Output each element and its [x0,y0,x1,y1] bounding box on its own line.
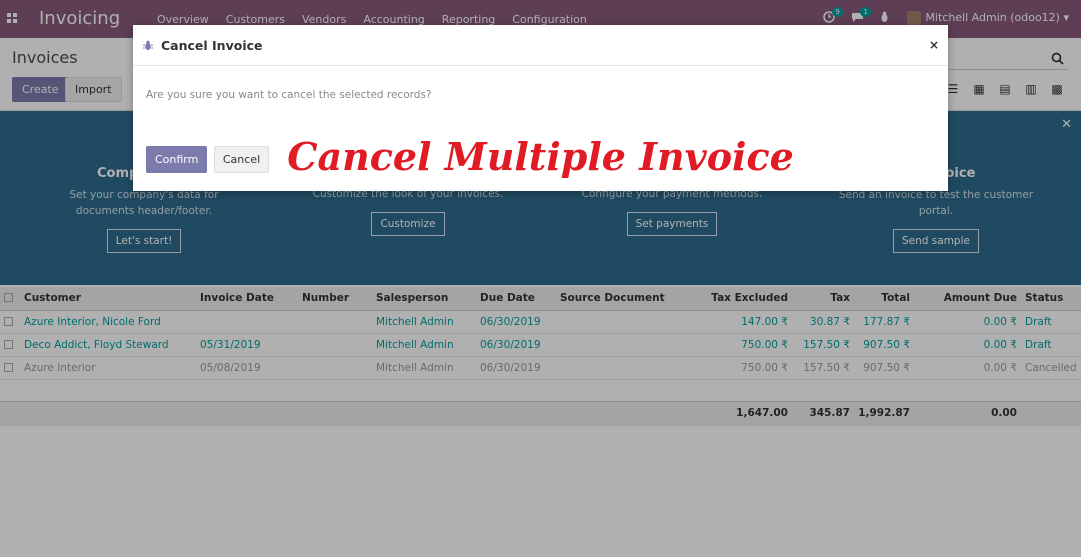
dialog-header: Cancel Invoice × [133,25,948,66]
close-icon[interactable]: × [929,38,939,52]
dialog-title: Cancel Invoice [161,38,263,53]
caption-overlay: Cancel Multiple Invoice [287,134,794,179]
dialog-message: Are you sure you want to cancel the sele… [146,89,432,101]
debug-bug-icon [143,40,153,51]
